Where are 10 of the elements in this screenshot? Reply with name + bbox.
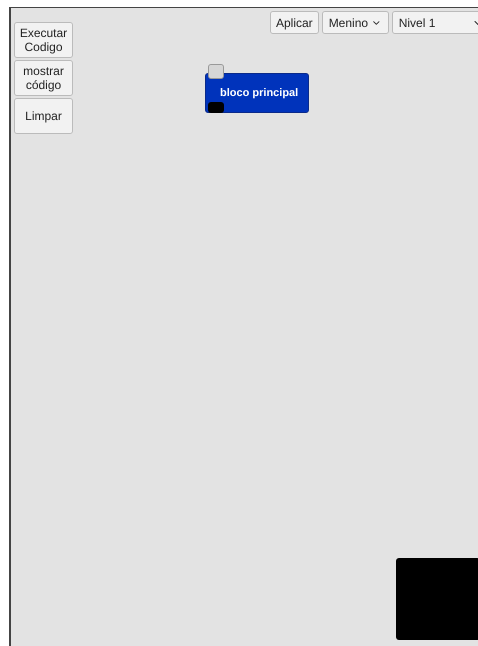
character-select[interactable]: Menino <box>322 11 389 34</box>
apply-button[interactable]: Aplicar <box>270 11 319 34</box>
block-connector-icon <box>208 102 224 113</box>
side-button[interactable]: Executar Codigo <box>14 22 73 58</box>
block-connector-icon <box>208 64 224 79</box>
side-button[interactable]: Limpar <box>14 98 73 134</box>
level-select[interactable]: Nivel 1 <box>392 11 478 34</box>
side-button[interactable]: mostrar código <box>14 60 73 96</box>
code-block[interactable]: bloco principal <box>205 73 309 113</box>
block-label: bloco principal <box>220 86 298 101</box>
